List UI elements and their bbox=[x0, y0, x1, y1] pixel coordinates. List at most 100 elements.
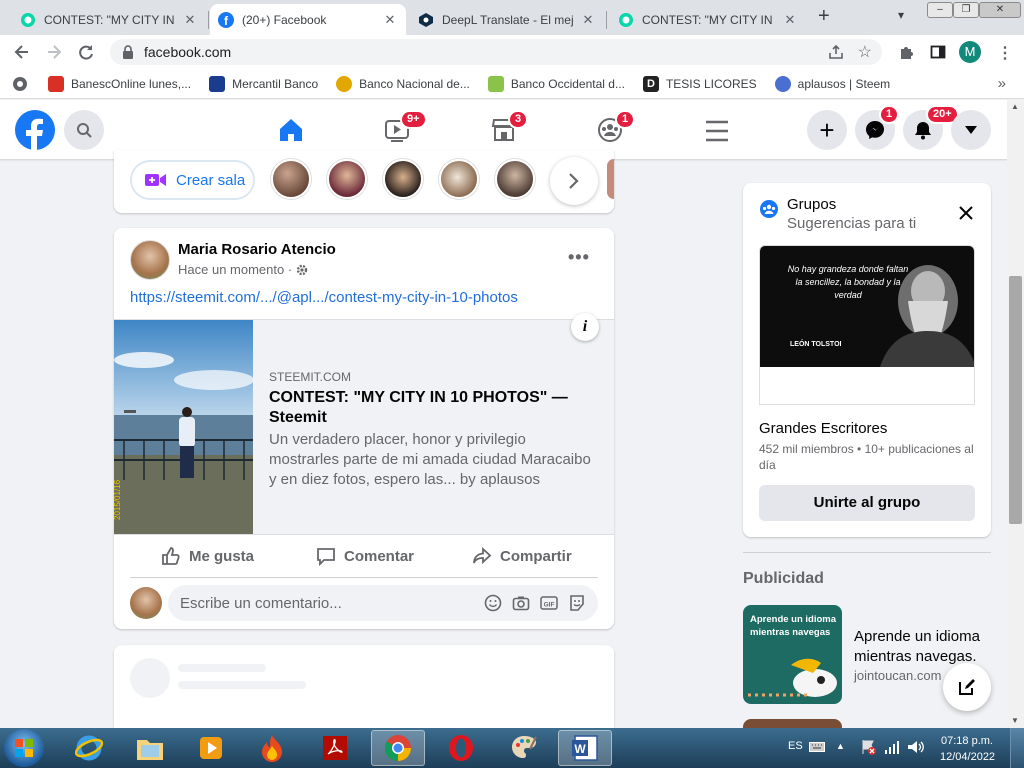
url-text[interactable]: facebook.com bbox=[144, 44, 231, 60]
menu-kebab-icon[interactable]: ⋮ bbox=[997, 43, 1013, 63]
close-icon[interactable] bbox=[958, 205, 974, 221]
like-button[interactable]: Me gusta bbox=[161, 546, 254, 566]
tab-search-chevron-icon[interactable]: ▾ bbox=[898, 8, 904, 22]
taskbar-media-player[interactable] bbox=[184, 730, 238, 766]
url-omnibox[interactable]: facebook.com ☆ bbox=[110, 39, 882, 65]
commenter-avatar[interactable] bbox=[130, 587, 162, 619]
chevron-right-icon bbox=[568, 172, 580, 190]
show-desktop-button[interactable] bbox=[1010, 728, 1024, 768]
taskbar-clock[interactable]: 07:18 p.m. 12/04/2022 bbox=[940, 733, 995, 765]
lock-icon[interactable] bbox=[122, 45, 134, 59]
ad-title[interactable]: Aprende un idioma mientras navegas. bbox=[854, 627, 994, 667]
close-tab-icon[interactable]: ✕ bbox=[182, 12, 198, 28]
room-avatar[interactable] bbox=[439, 159, 479, 199]
extensions-puzzle-icon[interactable] bbox=[898, 44, 914, 60]
room-avatar[interactable] bbox=[327, 159, 367, 199]
audience-gear-icon[interactable] bbox=[296, 264, 308, 276]
rooms-next-button[interactable] bbox=[550, 157, 598, 205]
start-button[interactable] bbox=[4, 729, 44, 767]
ads-heading: Publicidad bbox=[743, 570, 824, 587]
close-tab-icon[interactable]: ✕ bbox=[580, 12, 596, 28]
create-plus-button[interactable]: + bbox=[807, 110, 847, 150]
menu-hamburger-icon[interactable] bbox=[705, 119, 729, 143]
language-indicator[interactable]: ES bbox=[788, 740, 803, 752]
bookmark-tesis[interactable]: D TESIS LICORES bbox=[642, 75, 757, 92]
group-name[interactable]: Grandes Escritores bbox=[759, 420, 887, 437]
scroll-down-arrow-icon[interactable]: ▼ bbox=[1011, 716, 1019, 725]
room-avatar[interactable] bbox=[495, 159, 535, 199]
group-cover-image[interactable]: No hay grandeza donde faltan la sencille… bbox=[759, 245, 975, 405]
volume-speaker-icon[interactable] bbox=[907, 740, 925, 754]
back-arrow-icon[interactable] bbox=[12, 42, 32, 62]
comment-placeholder[interactable]: Escribe un comentario... bbox=[180, 595, 474, 612]
share-button[interactable]: Compartir bbox=[472, 546, 572, 566]
ad-domain[interactable]: jointoucan.com bbox=[854, 668, 941, 683]
close-tab-icon[interactable]: ✕ bbox=[782, 12, 798, 28]
taskbar-chrome[interactable] bbox=[371, 730, 425, 766]
bookmark-star-icon[interactable]: ☆ bbox=[858, 42, 872, 62]
bookmark-steem[interactable]: aplausos | Steem bbox=[774, 75, 890, 92]
comment-button[interactable]: Comentar bbox=[316, 546, 414, 566]
author-avatar[interactable] bbox=[130, 240, 170, 280]
tab-deepl[interactable]: DeepL Translate - El mejo ✕ bbox=[410, 4, 604, 35]
join-group-button[interactable]: Unirte al grupo bbox=[759, 485, 975, 521]
taskbar-internet-explorer[interactable] bbox=[62, 730, 116, 766]
tab-facebook[interactable]: f (20+) Facebook ✕ bbox=[210, 4, 406, 35]
account-menu-button[interactable] bbox=[951, 110, 991, 150]
link-preview-image[interactable]: 2015/01/16 bbox=[114, 320, 253, 534]
taskbar-opera[interactable] bbox=[434, 730, 488, 766]
post-options-icon[interactable]: ••• bbox=[568, 247, 590, 268]
bookmarks-overflow-chevron[interactable]: » bbox=[998, 75, 1006, 92]
post-author-name[interactable]: Maria Rosario Atencio bbox=[178, 241, 336, 258]
tab-steemit-contest-1[interactable]: CONTEST: "MY CITY IN 10 ✕ bbox=[12, 4, 206, 35]
minimize-button[interactable]: – bbox=[927, 2, 953, 18]
post-link[interactable]: https://steemit.com/.../@apl.../contest-… bbox=[130, 289, 518, 306]
next-ad-image[interactable] bbox=[743, 719, 842, 728]
network-icon[interactable] bbox=[884, 740, 900, 754]
taskbar-burner-app[interactable] bbox=[245, 730, 299, 766]
keyboard-icon[interactable] bbox=[809, 741, 825, 753]
search-icon[interactable] bbox=[64, 110, 104, 150]
new-message-button[interactable] bbox=[943, 663, 991, 711]
bookmark-bod[interactable]: Banco Occidental d... bbox=[487, 75, 625, 92]
scrollbar-thumb[interactable] bbox=[1009, 276, 1022, 524]
post-time[interactable]: Hace un momento · bbox=[178, 262, 292, 277]
tab-steemit-contest-2[interactable]: CONTEST: "MY CITY IN 10 ✕ bbox=[610, 4, 806, 35]
reload-icon[interactable] bbox=[76, 42, 96, 62]
bookmark-bnc[interactable]: Banco Nacional de... bbox=[336, 75, 470, 92]
svg-text:GIF: GIF bbox=[544, 602, 555, 609]
close-window-button[interactable]: ✕ bbox=[979, 2, 1021, 18]
new-tab-button[interactable]: + bbox=[818, 6, 836, 26]
ad-image[interactable]: Aprende un idioma mientras navegas bbox=[743, 605, 842, 704]
room-avatar[interactable] bbox=[383, 159, 423, 199]
taskbar-acrobat[interactable] bbox=[308, 730, 362, 766]
action-center-flag-icon[interactable] bbox=[860, 739, 876, 755]
profile-avatar[interactable]: M bbox=[959, 41, 981, 63]
skeleton-line bbox=[178, 681, 306, 689]
create-room-button[interactable]: Crear sala bbox=[130, 160, 255, 200]
taskbar-file-explorer[interactable] bbox=[123, 730, 177, 766]
side-panel-icon[interactable] bbox=[930, 44, 946, 60]
room-avatar[interactable] bbox=[271, 159, 311, 199]
scroll-up-arrow-icon[interactable]: ▲ bbox=[1011, 102, 1019, 111]
facebook-logo-icon[interactable] bbox=[15, 110, 55, 150]
emoji-icon[interactable] bbox=[484, 594, 502, 612]
share-icon[interactable] bbox=[828, 44, 844, 60]
show-hidden-icons-chevron[interactable]: ▲ bbox=[836, 741, 845, 751]
maximize-button[interactable]: ❐ bbox=[953, 2, 979, 18]
internet-explorer-icon bbox=[75, 734, 103, 762]
apps-globe-icon[interactable] bbox=[12, 76, 28, 92]
comment-input[interactable]: Escribe un comentario... GIF bbox=[168, 585, 598, 621]
forward-arrow-icon[interactable] bbox=[44, 42, 64, 62]
close-tab-icon[interactable]: ✕ bbox=[382, 12, 398, 28]
info-icon[interactable]: i bbox=[571, 313, 599, 341]
bookmark-mercantil[interactable]: Mercantil Banco bbox=[209, 75, 318, 92]
bookmark-banesco[interactable]: BanescOnline lunes,... bbox=[48, 75, 191, 92]
preview-title[interactable]: CONTEST: "MY CITY IN 10 PHOTOS" — Steemi… bbox=[269, 388, 589, 428]
camera-icon[interactable] bbox=[512, 594, 530, 612]
taskbar-paint[interactable] bbox=[497, 730, 551, 766]
sticker-icon[interactable] bbox=[568, 594, 586, 612]
gif-icon[interactable]: GIF bbox=[540, 594, 558, 612]
mercantil-icon bbox=[209, 75, 226, 92]
taskbar-word[interactable]: W bbox=[558, 730, 612, 766]
